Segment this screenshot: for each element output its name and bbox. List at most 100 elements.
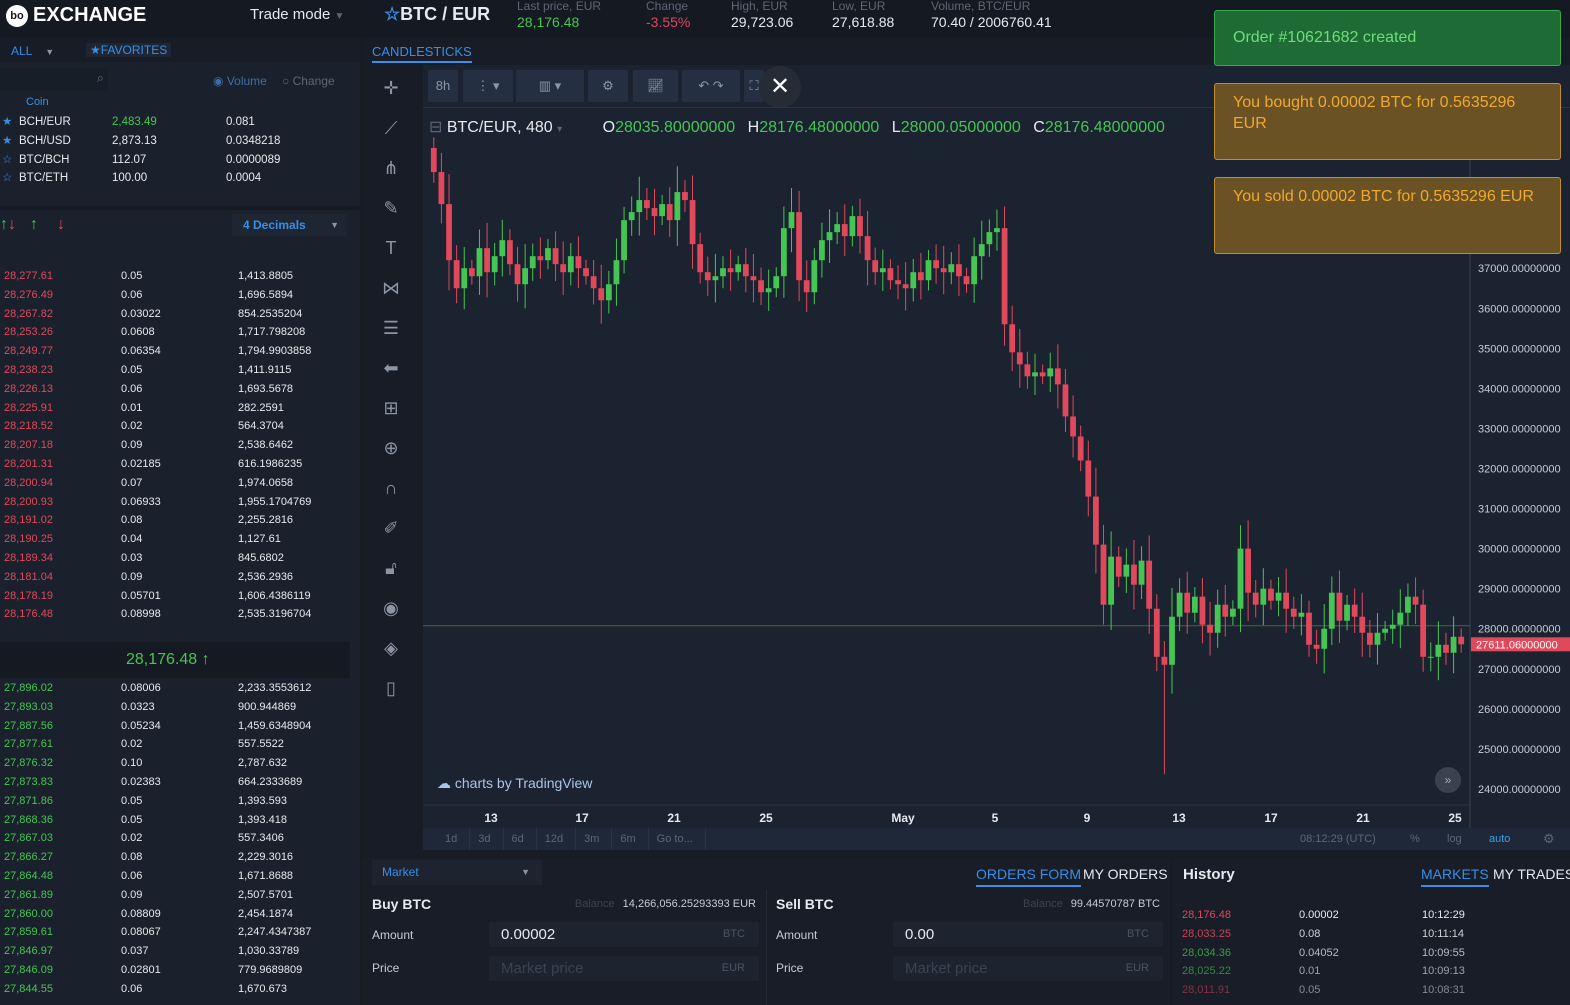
tab-candlesticks[interactable]: CANDLESTICKS xyxy=(372,44,472,63)
eye-icon[interactable]: ◉ xyxy=(378,595,404,621)
range-5[interactable]: 6m xyxy=(612,828,649,850)
lock-icon[interactable]: 🔓︎ xyxy=(378,555,404,581)
bid-row[interactable]: 27,846.09 0.02801 779.9689809 xyxy=(0,961,350,980)
tab-favorites[interactable]: ★FAVORITES xyxy=(86,43,172,57)
crosshair-icon[interactable]: ✛ xyxy=(378,75,404,101)
coin-row[interactable]: ☆ BTC/ETH 100.00 0.0004 xyxy=(0,169,350,188)
toast-success[interactable]: Order #10621682 created xyxy=(1214,10,1561,66)
ask-row[interactable]: 28,249.77 0.06354 1,794.9903858 xyxy=(0,342,350,361)
coin-row[interactable]: ★ BCH/USD 2,873.13 0.0348218 xyxy=(0,132,350,151)
bid-row[interactable]: 27,887.56 0.05234 1,459.6348904 xyxy=(0,717,350,736)
gear-icon[interactable]: ⚙ xyxy=(1543,828,1555,850)
candle xyxy=(545,248,551,261)
buy-price-input[interactable]: Market price EUR xyxy=(489,956,759,981)
star-filled-icon[interactable]: ★ xyxy=(2,132,12,151)
star-icon[interactable]: ☆ xyxy=(2,169,12,188)
ask-row[interactable]: 28,200.93 0.06933 1,955.1704769 xyxy=(0,493,350,512)
ask-row[interactable]: 28,276.49 0.06 1,696.5894 xyxy=(0,286,350,305)
bid-row[interactable]: 27,844.55 0.06 1,670.673 xyxy=(0,980,350,999)
sell-price-input[interactable]: Market price EUR xyxy=(893,956,1163,981)
buy-amount-input[interactable]: 0.00002 BTC xyxy=(489,922,759,947)
arrow-left-icon[interactable]: ⬅ xyxy=(378,355,404,381)
bid-row[interactable]: 27,868.36 0.05 1,393.418 xyxy=(0,811,350,830)
bid-row[interactable]: 27,861.89 0.09 2,507.5701 xyxy=(0,886,350,905)
ask-row[interactable]: 28,190.25 0.04 1,127.61 xyxy=(0,530,350,549)
tab-all[interactable]: ALL ▼ xyxy=(11,44,54,58)
toast-warning[interactable]: You sold 0.00002 BTC for 0.5635296 EUR xyxy=(1214,177,1561,254)
range-4[interactable]: 3m xyxy=(576,828,613,850)
ask-row[interactable]: 28,200.94 0.07 1,974.0658 xyxy=(0,474,350,493)
ask-row[interactable]: 28,218.52 0.02 564.3704 xyxy=(0,417,350,436)
auto-toggle[interactable]: auto xyxy=(1489,828,1510,850)
log-toggle[interactable]: log xyxy=(1447,828,1462,850)
tradingview-watermark[interactable]: ☁ charts by TradingView xyxy=(437,775,592,792)
coin-row[interactable]: ☆ BTC/BCH 112.07 0.0000089 xyxy=(0,151,350,170)
ask-row[interactable]: 28,176.48 0.08998 2,535.3196704 xyxy=(0,605,350,624)
candle xyxy=(689,200,696,245)
bid-row[interactable]: 27,876.32 0.10 2,787.632 xyxy=(0,754,350,773)
sort-asks-button[interactable]: ↓ xyxy=(57,216,65,234)
radio-volume[interactable]: ◉ Volume xyxy=(213,74,267,88)
bid-row[interactable]: 27,893.03 0.0323 900.944869 xyxy=(0,698,350,717)
pitchfork-icon[interactable]: ⋔ xyxy=(378,155,404,181)
ask-row[interactable]: 28,277.61 0.05 1,413.8805 xyxy=(0,267,350,286)
trade-mode-dropdown[interactable]: Trade mode ▼ xyxy=(250,6,344,23)
brush-icon[interactable]: ✎ xyxy=(378,195,404,221)
bid-row[interactable]: 27,871.86 0.05 1,393.593 xyxy=(0,792,350,811)
lock-pencil-icon[interactable]: ✐ xyxy=(378,515,404,541)
star-filled-icon[interactable]: ★ xyxy=(2,113,12,132)
range-0[interactable]: 1d xyxy=(437,828,471,850)
measure-icon[interactable]: ⊞ xyxy=(378,395,404,421)
star-icon[interactable]: ☆ xyxy=(2,151,12,170)
ask-row[interactable]: 28,201.31 0.02185 616.1986235 xyxy=(0,455,350,474)
ask-row[interactable]: 28,191.02 0.08 2,255.2816 xyxy=(0,511,350,530)
sell-amount-input[interactable]: 0.00 BTC xyxy=(893,922,1163,947)
tab-markets[interactable]: MARKETS xyxy=(1421,866,1489,887)
bid-row[interactable]: 27,867.03 0.02 557.3406 xyxy=(0,829,350,848)
ask-row[interactable]: 28,267.82 0.03022 854.2535204 xyxy=(0,305,350,324)
bid-row[interactable]: 27,859.61 0.08067 2,247.4347387 xyxy=(0,923,350,942)
sort-bids-button[interactable]: ↑ xyxy=(30,216,38,234)
ask-row[interactable]: 28,253.26 0.0608 1,717.798208 xyxy=(0,323,350,342)
bid-row[interactable]: 27,846.97 0.037 1,030.33789 xyxy=(0,942,350,961)
radio-change[interactable]: ○ Change xyxy=(282,74,335,88)
bid-row[interactable]: 27,896.02 0.08006 2,233.3553612 xyxy=(0,679,350,698)
decimals-dropdown[interactable]: 4 Decimals ▼ xyxy=(232,214,347,236)
toast-warning[interactable]: You bought 0.00002 BTC for 0.5635296 EUR xyxy=(1214,83,1561,160)
logo[interactable]: bo EXCHANGE xyxy=(6,4,146,27)
candle xyxy=(887,268,894,281)
candle xyxy=(773,276,780,289)
bid-row[interactable]: 27,877.61 0.02 557.5522 xyxy=(0,735,350,754)
range-3[interactable]: 12d xyxy=(537,828,577,850)
fib-icon[interactable]: ☰ xyxy=(378,315,404,341)
ask-row[interactable]: 28,181.04 0.09 2,536.2936 xyxy=(0,568,350,587)
range-1[interactable]: 3d xyxy=(470,828,504,850)
pattern-icon[interactable]: ⋈ xyxy=(378,275,404,301)
text-icon[interactable]: T xyxy=(378,235,404,261)
coin-search-input[interactable]: ⌕ xyxy=(0,68,108,90)
col-coin[interactable]: Coin xyxy=(26,96,49,108)
ask-row[interactable]: 28,207.18 0.09 2,538.6462 xyxy=(0,436,350,455)
range-2[interactable]: 6d xyxy=(504,828,537,850)
ask-row[interactable]: 28,178.19 0.05701 1,606.4386119 xyxy=(0,587,350,606)
tab-my-trades[interactable]: MY TRADES xyxy=(1493,866,1570,882)
pair-selector[interactable]: ☆BTC / EUR xyxy=(384,4,490,25)
ask-row[interactable]: 28,189.34 0.03 845.6802 xyxy=(0,549,350,568)
ask-row[interactable]: 28,225.91 0.01 282.2591 xyxy=(0,399,350,418)
bid-row[interactable]: 27,866.27 0.08 2,229.3016 xyxy=(0,848,350,867)
trend-line-icon[interactable]: ⟋ xyxy=(378,115,404,141)
range-6[interactable]: Go to... xyxy=(649,828,706,850)
trash-icon[interactable]: ▯ xyxy=(378,675,404,701)
bid-row[interactable]: 27,873.83 0.02383 664.2333689 xyxy=(0,773,350,792)
bid-row[interactable]: 27,860.00 0.08809 2,454.1874 xyxy=(0,905,350,924)
scroll-to-end-button[interactable]: » xyxy=(1435,767,1461,793)
ask-row[interactable]: 28,226.13 0.06 1,693.5678 xyxy=(0,380,350,399)
percent-toggle[interactable]: % xyxy=(1410,828,1420,850)
coin-row[interactable]: ★ BCH/EUR 2,483.49 0.081 xyxy=(0,113,350,132)
magnet-icon[interactable]: ∩ xyxy=(378,475,404,501)
sort-both-button[interactable]: ↑↓ xyxy=(0,216,16,234)
bid-row[interactable]: 27,864.48 0.06 1,671.8688 xyxy=(0,867,350,886)
layers-icon[interactable]: ◈ xyxy=(378,635,404,661)
zoom-in-icon[interactable]: ⊕ xyxy=(378,435,404,461)
ask-row[interactable]: 28,238.23 0.05 1,411.9115 xyxy=(0,361,350,380)
